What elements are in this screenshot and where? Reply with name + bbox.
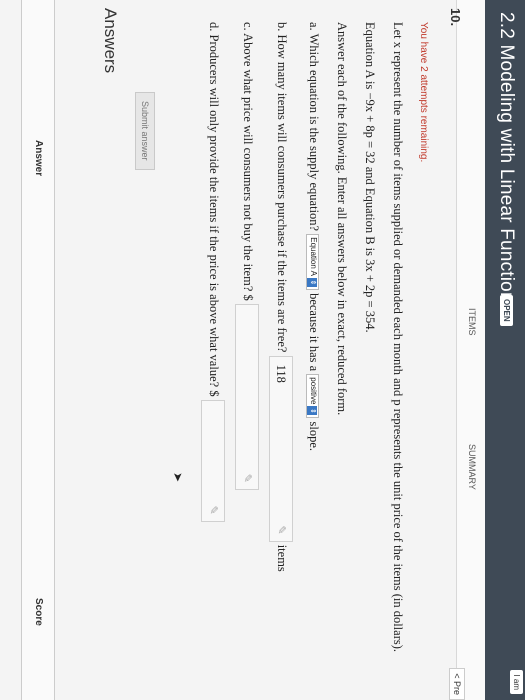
part-b: b. How many items will consumers purchas… [269,22,293,572]
tab-summary[interactable]: SUMMARY [467,444,477,490]
score-column-header: Score [33,598,44,626]
previous-button[interactable]: < Pre [449,668,465,700]
screen: 2.2 Modeling with Linear Functions OPEN … [0,0,525,700]
attempts-remaining: You have 2 attempts remaining. [418,22,429,163]
answer-column-header: Answer [33,140,44,177]
items-free-value: 118 [274,364,288,383]
slope-sign-select[interactable]: positive⇕ [306,374,320,419]
part-a-middle: because it has a [307,293,321,372]
part-b-prompt: b. How many items will consumers purchas… [275,22,290,353]
pencil-icon[interactable]: ✎ [275,525,288,534]
supply-equation-value: Equation A [309,237,319,276]
answers-heading: Answers [101,8,120,74]
part-a-suffix: slope. [307,421,321,452]
submit-answer-button[interactable]: Submit answer [135,92,155,170]
part-d-prompt: d. Producers will only provide the items… [207,22,222,388]
question-number: 10. [448,8,463,27]
part-a-prompt: a. Which equation is the supply equation… [307,22,321,232]
part-c-currency: $ [241,294,256,301]
tab-bar: ITEMS SUMMARY [456,0,485,700]
pencil-icon[interactable]: ✎ [207,505,220,514]
answers-table-header: Answer Score [21,0,55,700]
part-d-currency: $ [207,390,222,397]
pencil-icon[interactable]: ✎ [241,474,254,483]
min-price-input[interactable]: ✎ [201,399,225,522]
intro-line-3: Answer each of the following. Enter all … [335,22,349,416]
header-bar: 2.2 Modeling with Linear Functions OPEN … [485,0,525,700]
part-c: c. Above what price will consumers not b… [235,22,259,490]
part-d: d. Producers will only provide the items… [201,22,225,522]
slope-sign-value: positive [309,377,319,405]
mouse-cursor-icon: ➤ [171,472,185,483]
part-c-prompt: c. Above what price will consumers not b… [241,22,256,292]
part-a: a. Which equation is the supply equation… [306,22,321,451]
intro-line-1: Let x represent the number of items supp… [391,22,405,653]
max-price-input[interactable]: ✎ [235,303,259,490]
intro-line-2: Equation A is −9x + 8p = 32 and Equation… [363,22,377,333]
supply-equation-select[interactable]: Equation A⇕ [306,234,320,290]
page-title: 2.2 Modeling with Linear Functions [496,12,517,313]
user-menu-button[interactable]: I am [510,670,523,694]
items-free-input[interactable]: 118 ✎ [269,355,293,542]
select-caret-icon: ⇕ [307,406,318,416]
items-unit: items [275,544,290,572]
status-badge: OPEN [500,295,513,326]
select-caret-icon: ⇕ [307,277,318,287]
tab-items[interactable]: ITEMS [467,308,477,336]
